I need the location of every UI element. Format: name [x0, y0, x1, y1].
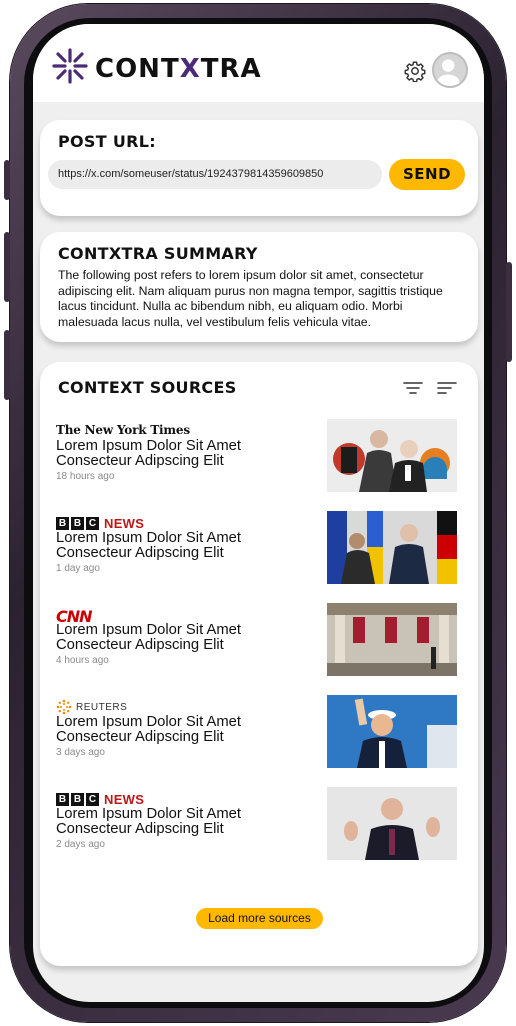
nyt-logo: The New York Times: [56, 423, 190, 437]
avatar[interactable]: [432, 52, 468, 88]
context-sources-title: CONTEXT SOURCES: [58, 378, 237, 397]
user-icon: [436, 59, 460, 86]
summary-title: CONTXTRA SUMMARY: [58, 244, 258, 263]
bbc-news-logo: B B C NEWS: [56, 515, 144, 531]
contxtra-logo-icon: [52, 48, 88, 84]
outlet-name: NEWS: [104, 791, 145, 807]
send-button[interactable]: SEND: [389, 159, 465, 190]
outlet-name: NEWS: [104, 515, 145, 531]
brand-part-a: CONT: [95, 54, 180, 84]
article-thumbnail[interactable]: [327, 695, 457, 768]
bbc-letter: C: [86, 792, 99, 806]
source-time: 18 hours ago: [56, 471, 115, 482]
article-thumbnail[interactable]: [327, 419, 457, 492]
bbc-news-logo: B B C NEWS: [56, 791, 144, 807]
load-more-button[interactable]: Load more sources: [196, 908, 323, 929]
app-screen: CONTXTRA POST URL: https://x.com/someuse…: [33, 24, 484, 1002]
list-item[interactable]: The New York Times Lorem Ipsum Dolor Sit…: [50, 419, 460, 495]
filter-icon[interactable]: [402, 380, 424, 396]
phone-side-button: [506, 262, 512, 362]
sort-icon[interactable]: [436, 380, 458, 396]
bbc-letter: C: [86, 516, 99, 530]
bbc-letter: B: [56, 792, 69, 806]
list-item[interactable]: CNN Lorem Ipsum Dolor Sit Amet Consecteu…: [50, 603, 460, 679]
post-url-card: POST URL: https://x.com/someuser/status/…: [40, 120, 478, 216]
url-input[interactable]: https://x.com/someuser/status/1924379814…: [48, 160, 382, 189]
brand-wordmark: CONTXTRA: [95, 54, 262, 84]
article-thumbnail[interactable]: [327, 603, 457, 676]
gear-icon[interactable]: [404, 60, 426, 82]
list-item[interactable]: B B C NEWS Lorem Ipsum Dolor Sit Amet Conse…: [50, 787, 460, 863]
app-header: CONTXTRA: [33, 24, 484, 102]
article-thumbnail[interactable]: [327, 787, 457, 860]
source-headline[interactable]: Lorem Ipsum Dolor Sit Amet Consecteur Ad…: [56, 531, 316, 561]
bbc-letter: B: [56, 516, 69, 530]
source-headline[interactable]: Lorem Ipsum Dolor Sit Amet Consecteur Ad…: [56, 715, 316, 745]
reuters-dots-icon: [56, 699, 72, 715]
source-headline[interactable]: Lorem Ipsum Dolor Sit Amet Consecteur Ad…: [56, 807, 316, 837]
article-thumbnail[interactable]: [327, 511, 457, 584]
brand-part-b: TRA: [200, 54, 262, 84]
list-item[interactable]: REUTERS Lorem Ipsum Dolor Sit Amet Conse…: [50, 695, 460, 771]
list-item[interactable]: B B C NEWS Lorem Ipsum Dolor Sit Amet Conse…: [50, 511, 460, 587]
source-time: 1 day ago: [56, 563, 100, 574]
source-time: 3 days ago: [56, 747, 105, 758]
summary-card: CONTXTRA SUMMARY The following post refe…: [40, 232, 478, 342]
context-sources-card: CONTEXT SOURCES The New York Times Lorem…: [40, 362, 478, 966]
cnn-logo: CNN: [56, 607, 93, 626]
phone-side-button: [4, 232, 10, 302]
source-time: 4 hours ago: [56, 655, 109, 666]
summary-text: The following post refers to lorem ipsum…: [58, 268, 443, 329]
phone-side-button: [4, 330, 10, 400]
bbc-letter: B: [71, 516, 84, 530]
outlet-name: REUTERS: [76, 701, 128, 713]
brand-part-x: X: [179, 54, 201, 84]
source-headline[interactable]: Lorem Ipsum Dolor Sit Amet Consecteur Ad…: [56, 623, 316, 653]
phone-side-button: [4, 160, 10, 200]
post-url-title: POST URL:: [58, 132, 156, 151]
source-headline[interactable]: Lorem Ipsum Dolor Sit Amet Consecteur Ad…: [56, 439, 316, 469]
reuters-logo: REUTERS: [56, 699, 127, 715]
source-time: 2 days ago: [56, 839, 105, 850]
bbc-letter: B: [71, 792, 84, 806]
